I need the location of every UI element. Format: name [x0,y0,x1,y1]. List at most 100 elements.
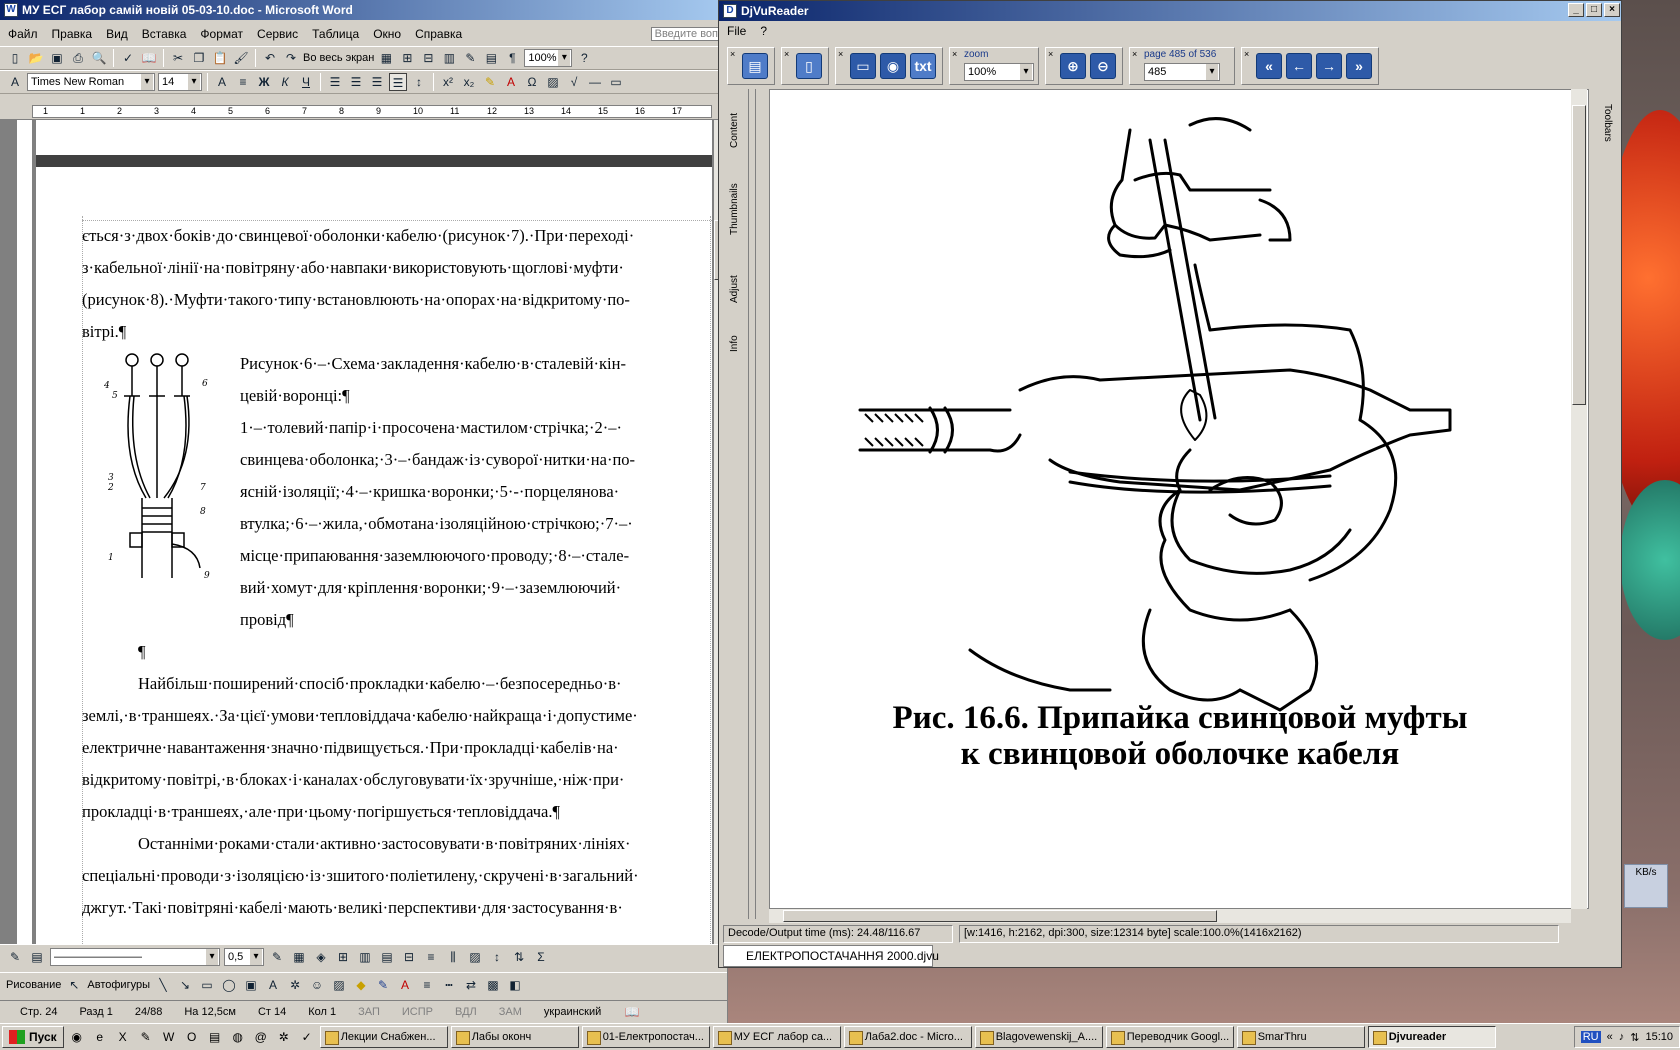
bold-icon[interactable]: Ж [255,73,273,91]
line-spacing-select-icon[interactable]: ↕ [410,73,428,91]
first-page-icon[interactable]: « [1256,53,1282,79]
close-group-icon[interactable]: × [1244,49,1249,59]
word-titlebar[interactable]: W МУ ЕСГ лабор самій новій 05-03-10.doc … [0,0,727,20]
task-button[interactable]: Лабы оконч [450,1026,579,1048]
firefox-icon[interactable]: ◍ [228,1027,248,1047]
show-formatting-icon[interactable]: ¶ [503,49,521,67]
zoom-out-icon[interactable]: ⊖ [1090,53,1116,79]
picture-icon[interactable]: ▨ [544,73,562,91]
select-text-icon[interactable]: txt [910,53,936,79]
menu-edit[interactable]: Правка [52,27,93,41]
djvu-horizontal-scrollbar[interactable] [769,909,1571,923]
close-group-icon[interactable]: × [730,49,735,59]
mail-icon[interactable]: @ [251,1027,271,1047]
djvu-titlebar[interactable]: D DjVuReader _ □ × [719,1,1621,21]
3d-icon[interactable]: ◧ [506,976,524,994]
chrome-icon[interactable]: ◉ [67,1027,87,1047]
tab-thumbnails[interactable]: Thumbnails [729,179,747,239]
help-search-input[interactable]: Введите воп [650,27,722,41]
menu-table[interactable]: Таблица [312,27,359,41]
sort-icon[interactable]: ⇅ [510,948,528,966]
close-group-icon[interactable]: × [952,49,957,59]
text-color-icon[interactable]: A [396,976,414,994]
horizontal-line-icon[interactable]: — [586,73,604,91]
autoshapes-menu[interactable]: Автофигуры [87,979,150,991]
status-trk[interactable]: ИСПР [402,1006,433,1018]
document-tab[interactable]: ЕЛЕКТРОПОСТАЧАННЯ 2000.djvu [723,945,939,967]
wordart-icon[interactable]: A [264,976,282,994]
page-select[interactable]: 485 [1144,63,1220,81]
drawing-menu[interactable]: Рисование [6,979,61,991]
document-page[interactable]: ється·з·двох·боків·до·свинцевої·оболонки… [36,120,712,944]
check-icon[interactable]: ✓ [297,1027,317,1047]
insert-table-icon[interactable]: ⊞ [398,49,416,67]
menu-file[interactable]: File [727,24,746,38]
diagram-icon[interactable]: ✲ [286,976,304,994]
task-button[interactable]: Переводчик Googl... [1105,1026,1234,1048]
djvu-page-view[interactable]: Рис. 16.6. Припайка свинцовой муфты к св… [769,89,1589,909]
task-button-active[interactable]: Djvureader [1367,1026,1496,1048]
highlight-icon[interactable]: ✎ [481,73,499,91]
tab-toolbars[interactable]: Toolbars [1595,93,1613,153]
clipart-icon[interactable]: ☺ [308,976,326,994]
equation-icon[interactable]: √ [565,73,583,91]
menu-help[interactable]: ? [760,24,767,38]
tray-expand-icon[interactable]: « [1607,1031,1613,1043]
textbox-icon[interactable]: ▣ [242,976,260,994]
close-icon[interactable]: × [1604,3,1620,17]
clock[interactable]: 15:10 [1645,1031,1673,1043]
merge-cells-icon[interactable]: ▥ [356,948,374,966]
research-icon[interactable]: 📖 [140,49,158,67]
align-center-icon[interactable]: ☰ [347,73,365,91]
previous-page-icon[interactable]: ← [1286,53,1312,79]
layout-icon[interactable]: ▤ [28,948,46,966]
edit-icon[interactable]: ✎ [6,948,24,966]
excel-icon[interactable]: X [113,1027,133,1047]
arrow-style-icon[interactable]: ⇄ [462,976,480,994]
language-indicator[interactable]: RU [1580,1031,1601,1043]
task-button[interactable]: МУ ЕСГ лабор са... [712,1026,841,1048]
borders-icon[interactable]: ▦ [290,948,308,966]
image-icon[interactable]: ▨ [330,976,348,994]
dash-style-icon[interactable]: ┅ [440,976,458,994]
new-document-icon[interactable]: ▯ [6,49,24,67]
autosum-icon[interactable]: Σ [532,948,550,966]
drawing-icon[interactable]: ✎ [461,49,479,67]
word-icon[interactable]: W [159,1027,179,1047]
menu-view[interactable]: Вид [106,27,128,41]
network-icon[interactable]: ⇅ [1630,1031,1639,1044]
split-cells-icon[interactable]: ▤ [378,948,396,966]
spelling-icon[interactable]: ✓ [119,49,137,67]
scroll-thumb[interactable] [1572,105,1586,405]
close-group-icon[interactable]: × [1132,49,1137,59]
rectangle-icon[interactable]: ▭ [198,976,216,994]
menu-file[interactable]: Файл [8,27,38,41]
underline-icon[interactable]: Ч [297,73,315,91]
status-ext[interactable]: ВДЛ [455,1006,477,1018]
document-view[interactable]: ється·з·двох·боків·до·свинцевої·оболонки… [0,120,714,944]
font-color-icon[interactable]: A [502,73,520,91]
internet-explorer-icon[interactable]: e [90,1027,110,1047]
scroll-thumb[interactable] [783,910,1217,922]
menu-help[interactable]: Справка [415,27,462,41]
line-color-icon[interactable]: ✎ [374,976,392,994]
subscript-icon[interactable]: x₂ [460,73,478,91]
border-icon[interactable]: ▭ [607,73,625,91]
cut-icon[interactable]: ✂ [169,49,187,67]
menu-tools[interactable]: Сервис [257,27,298,41]
align-cell-icon[interactable]: ⊟ [400,948,418,966]
italic-icon[interactable]: К [276,73,294,91]
task-button[interactable]: SmarThru [1236,1026,1365,1048]
table-insert-icon[interactable]: ⊞ [334,948,352,966]
utility-icon[interactable]: ✲ [274,1027,294,1047]
text-direction-icon[interactable]: ↕ [488,948,506,966]
distribute-rows-icon[interactable]: ≡ [422,948,440,966]
task-button[interactable]: Лаба2.doc - Micro... [843,1026,972,1048]
arrow-icon[interactable]: ↘ [176,976,194,994]
zoom-select[interactable]: 100% [524,49,573,67]
line-spacing-icon[interactable]: ≡ [234,73,252,91]
start-button[interactable]: Пуск [2,1026,64,1048]
line-icon[interactable]: ╲ [154,976,172,994]
styles-icon[interactable]: A [6,73,24,91]
volume-icon[interactable]: ♪ [1619,1031,1625,1043]
